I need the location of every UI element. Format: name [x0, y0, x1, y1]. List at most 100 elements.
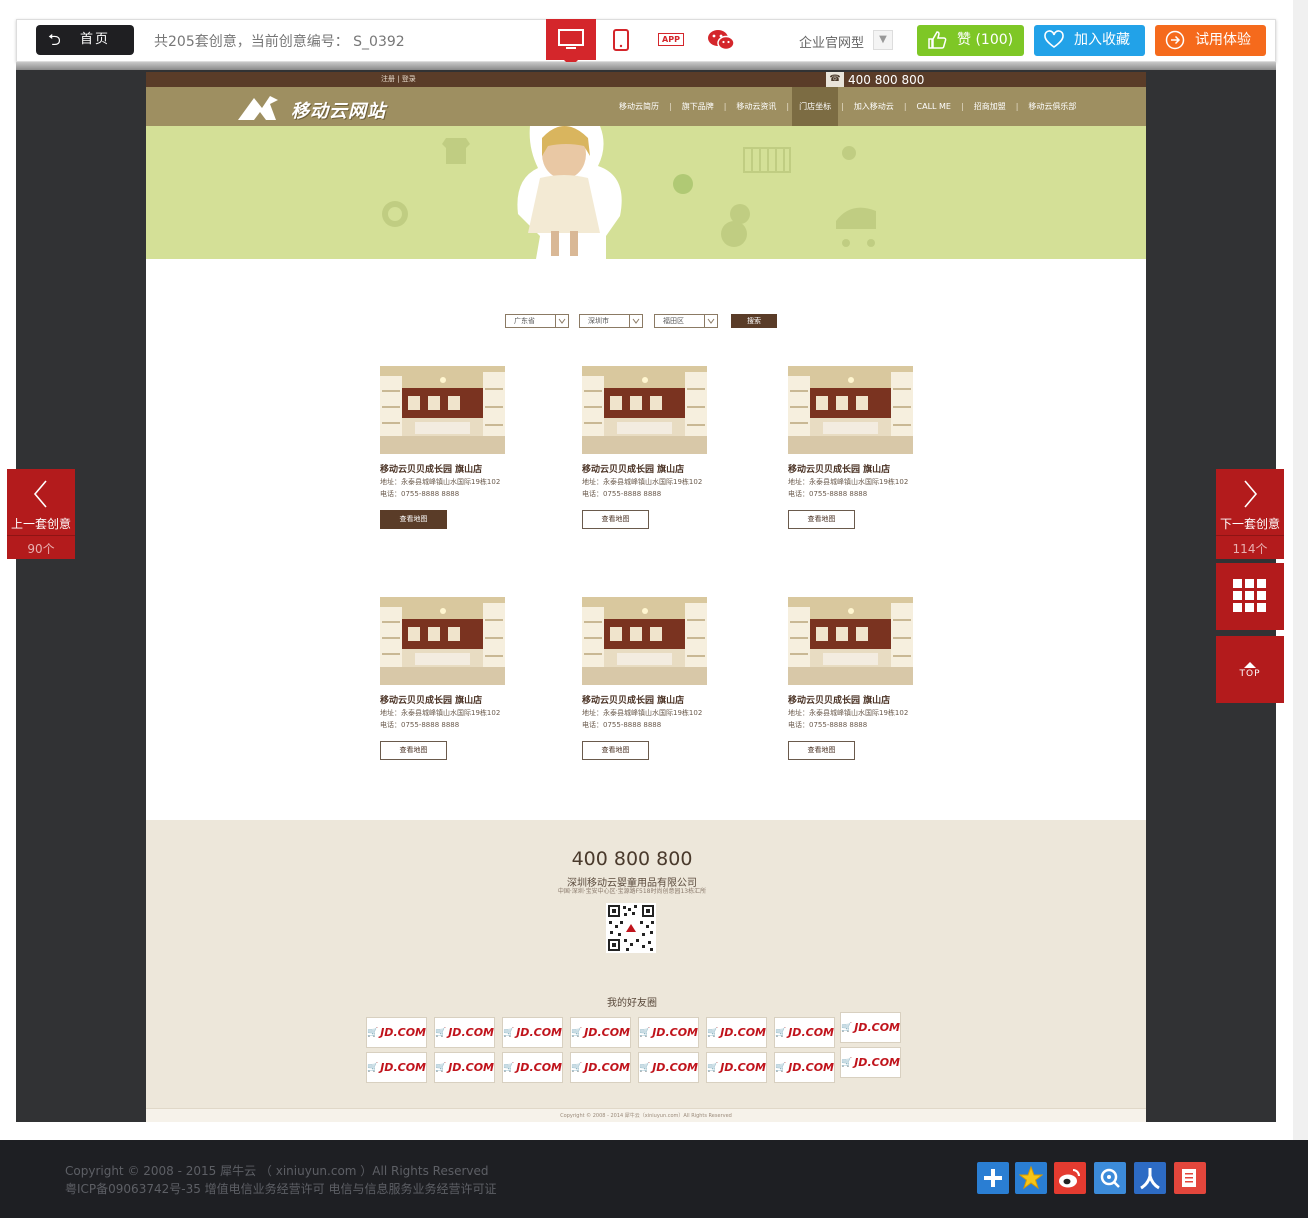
phone-icon: ☎: [826, 72, 844, 87]
partner-logo-jd[interactable]: 🛒 JD.COM: [840, 1047, 901, 1078]
province-select[interactable]: 广东省: [505, 314, 569, 328]
wechat-icon: [708, 29, 735, 50]
cart-icon: 🛒: [435, 1062, 447, 1073]
page-scrollbar[interactable]: [1293, 0, 1308, 1140]
partner-logo-jd[interactable]: 🛒 JD.COM: [570, 1052, 631, 1083]
trial-button[interactable]: 试用体验: [1155, 25, 1266, 56]
partner-logo-jd[interactable]: 🛒 JD.COM: [774, 1017, 835, 1048]
like-button[interactable]: 赞 (100): [917, 25, 1024, 56]
store-phone: 电话：0755-8888 8888: [582, 721, 662, 729]
view-map-button[interactable]: 查看地图: [582, 741, 649, 760]
store-name: 移动云贝贝成长园 旗山店: [582, 465, 685, 475]
partner-logo-jd[interactable]: 🛒 JD.COM: [366, 1017, 427, 1048]
heart-icon: [1044, 30, 1064, 48]
partner-logo-jd[interactable]: 🛒 JD.COM: [638, 1017, 699, 1048]
view-map-button[interactable]: 查看地图: [380, 741, 447, 760]
cart-icon: 🛒: [367, 1062, 379, 1073]
partner-logo-jd[interactable]: 🛒 JD.COM: [502, 1052, 563, 1083]
renren-icon[interactable]: [1134, 1162, 1166, 1194]
store-photo: [582, 597, 707, 685]
cart-icon: 🛒: [571, 1027, 583, 1038]
device-wechat-tab[interactable]: [696, 19, 746, 60]
qzone-icon[interactable]: [1015, 1162, 1047, 1194]
prev-creative-button[interactable]: 上一套创意 90个: [7, 469, 75, 559]
store-name: 移动云贝贝成长园 旗山店: [788, 696, 891, 706]
footer-address: 中国·深圳·宝安中心区·宝源路F518时尚创意园13栋汇所: [557, 888, 707, 895]
back-to-top-button[interactable]: TOP: [1216, 636, 1284, 703]
partner-logo-jd[interactable]: 🛒 JD.COM: [840, 1012, 901, 1043]
nav-item-0[interactable]: 移动云简历: [612, 87, 666, 126]
site-logo-text[interactable]: 移动云网站: [291, 97, 386, 123]
partner-logo-text: JD.COM: [380, 1026, 426, 1039]
store-phone: 电话：0755-8888 8888: [788, 490, 868, 498]
city-select[interactable]: 深圳市: [579, 314, 643, 328]
add-favorite-button[interactable]: 加入收藏: [1034, 25, 1145, 56]
nav-item-7[interactable]: 移动云俱乐部: [1021, 87, 1083, 126]
store-card: 移动云贝贝成长园 旗山店 地址：永泰县城峰镇山水国际19栋102 电话：0755-8…: [380, 366, 515, 529]
store-name: 移动云贝贝成长园 旗山店: [380, 465, 483, 475]
partner-logo-jd[interactable]: 🛒 JD.COM: [570, 1017, 631, 1048]
view-map-button[interactable]: 查看地图: [380, 510, 447, 529]
weibo-icon[interactable]: [1054, 1162, 1086, 1194]
nav-item-4[interactable]: 加入移动云: [847, 87, 901, 126]
store-photo: [788, 597, 913, 685]
login-register-links[interactable]: 注册 | 登录: [381, 74, 416, 84]
site-main-nav: 移动云简历 | 旗下品牌 | 移动云资讯 | 门店坐标 | 加入移动云 | CALL ME | 招商加盟…: [612, 87, 1083, 126]
cart-icon: 🛒: [639, 1062, 651, 1073]
home-button[interactable]: ⮌ 首页: [36, 25, 134, 55]
chevron-down-icon: [555, 315, 568, 327]
partner-logo-text: JD.COM: [448, 1026, 494, 1039]
view-map-button[interactable]: 查看地图: [788, 741, 855, 760]
store-card: 移动云贝贝成长园 旗山店 地址：永泰县城峰镇山水国际19栋102 电话：0755-8…: [582, 366, 717, 529]
all-creatives-grid-button[interactable]: [1216, 563, 1284, 630]
banner-illustration: [382, 126, 876, 259]
arrow-circle-icon: [1165, 30, 1185, 50]
nav-item-5[interactable]: CALL ME: [910, 87, 958, 126]
view-map-button[interactable]: 查看地图: [582, 510, 649, 529]
store-address: 地址：永泰县城峰镇山水国际19栋102: [380, 709, 501, 717]
add-share-icon[interactable]: [977, 1162, 1009, 1194]
view-map-button[interactable]: 查看地图: [788, 510, 855, 529]
partner-logo-jd[interactable]: 🛒 JD.COM: [502, 1017, 563, 1048]
cart-icon: 🛒: [639, 1027, 651, 1038]
device-app-tab[interactable]: APP: [646, 19, 696, 60]
partner-logo-jd[interactable]: 🛒 JD.COM: [774, 1052, 835, 1083]
nav-item-3[interactable]: 门店坐标: [792, 87, 839, 126]
nav-separator: |: [786, 102, 790, 111]
partner-logo-jd[interactable]: 🛒 JD.COM: [366, 1052, 427, 1083]
partner-logo-jd[interactable]: 🛒 JD.COM: [434, 1017, 495, 1048]
partner-logo-text: JD.COM: [788, 1061, 834, 1074]
partner-logo-jd[interactable]: 🛒 JD.COM: [706, 1052, 767, 1083]
store-card: 移动云贝贝成长园 旗山店 地址：永泰县城峰镇山水国际19栋102 电话：0755-8…: [788, 366, 923, 529]
back-arrow-icon: ⮌: [48, 30, 61, 49]
store-card: 移动云贝贝成长园 旗山店 地址：永泰县城峰镇山水国际19栋102 电话：0755-8…: [788, 597, 923, 760]
tablet-icon: [613, 28, 629, 51]
cart-icon: 🛒: [775, 1027, 787, 1038]
partner-logo-jd[interactable]: 🛒 JD.COM: [434, 1052, 495, 1083]
nav-separator: |: [1015, 102, 1019, 111]
store-phone: 电话：0755-8888 8888: [582, 490, 662, 498]
next-creative-button[interactable]: 下一套创意 114个: [1216, 469, 1284, 559]
partner-logo-jd[interactable]: 🛒 JD.COM: [638, 1052, 699, 1083]
store-phone: 电话：0755-8888 8888: [380, 490, 460, 498]
cart-icon: 🛒: [841, 1057, 853, 1068]
nav-item-1[interactable]: 旗下品牌: [675, 87, 721, 126]
device-tablet-tab[interactable]: [596, 19, 646, 60]
search-button[interactable]: 搜索: [731, 314, 777, 328]
partner-logo-text: JD.COM: [854, 1056, 900, 1069]
partner-logo-text: JD.COM: [516, 1026, 562, 1039]
site-type-select[interactable]: 企业官网型: [799, 32, 864, 51]
chevron-down-icon[interactable]: ▼: [873, 30, 893, 50]
tencent-weibo-icon[interactable]: [1094, 1162, 1126, 1194]
nav-separator: |: [841, 102, 844, 111]
nav-item-2[interactable]: 移动云资讯: [729, 87, 783, 126]
store-photo: [788, 366, 913, 454]
partner-logo-jd[interactable]: 🛒 JD.COM: [706, 1017, 767, 1048]
district-select[interactable]: 福田区: [654, 314, 718, 328]
desktop-icon: [558, 28, 584, 49]
bookmark-icon[interactable]: [1174, 1162, 1206, 1194]
nav-item-6[interactable]: 招商加盟: [967, 87, 1013, 126]
store-photo: [380, 597, 505, 685]
chevron-down-icon: [629, 315, 642, 327]
device-desktop-tab[interactable]: [546, 19, 596, 67]
